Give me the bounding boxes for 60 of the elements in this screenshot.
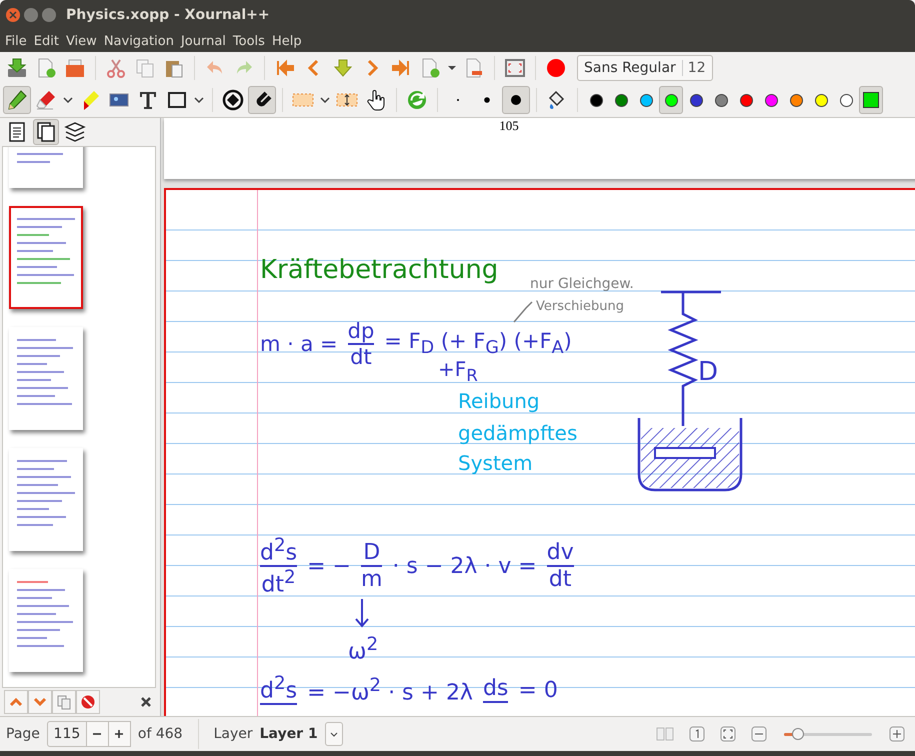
window-title: Physics.xopp - Xournal++ [66, 7, 270, 23]
leader-line [512, 300, 534, 324]
custom-color-button[interactable] [859, 86, 883, 114]
equation-text: = −ω$^{2}$ · s + 2λ [307, 674, 473, 706]
fraction: D m [360, 541, 382, 592]
increment-button[interactable] [108, 721, 131, 747]
fraction: d$^{2}$s dt$^{2}$ [260, 536, 298, 597]
equation-text: · s − 2λ · v = [392, 554, 537, 580]
pen-tool-icon[interactable] [3, 86, 31, 114]
pen-size-icon[interactable] [502, 86, 530, 114]
maximize-icon[interactable] [42, 8, 56, 22]
menu-item[interactable]: Navigation [100, 34, 177, 48]
menu-item[interactable]: File [2, 34, 30, 48]
minimize-icon[interactable] [24, 8, 38, 22]
pages-tab[interactable] [33, 119, 59, 145]
delete-icon[interactable] [76, 690, 100, 714]
page-thumbnail[interactable] [9, 206, 83, 309]
copy-icon[interactable] [52, 690, 76, 714]
equation-text: = F$_{D}$ (+ F$_{G}$) (+F$_{A}$) [384, 329, 572, 359]
caret-icon [330, 732, 338, 736]
layer-name: Layer 1 [260, 726, 318, 742]
handwritten-text: Verschiebung [536, 300, 624, 315]
equation-text: m · a = [260, 332, 338, 356]
close-icon[interactable] [140, 696, 152, 708]
page-number-field[interactable]: 115 [46, 721, 87, 747]
menu-item[interactable]: Journal [178, 34, 229, 48]
menu-item[interactable]: Edit [30, 34, 62, 48]
handwritten-text: nur Gleichgew. [530, 276, 634, 292]
move-down-icon[interactable] [28, 690, 52, 714]
menu-item[interactable]: Help [268, 34, 305, 48]
handwritten-text: gedämpftes [458, 422, 578, 445]
handwritten-text: ω$^{2}$ [348, 634, 378, 665]
menu-item[interactable]: Tools [230, 34, 268, 48]
handwritten-text: D [698, 358, 718, 388]
color-swatch[interactable] [659, 86, 683, 114]
zoom-fit-icon[interactable] [720, 726, 736, 742]
magnet-icon[interactable] [248, 86, 276, 114]
move-up-icon[interactable] [4, 690, 28, 714]
fraction: d$^{2}$s [260, 674, 298, 706]
zoom-in-icon[interactable] [889, 726, 905, 742]
handwritten-text: +F$_{R}$ [438, 358, 478, 386]
page-number: 105 [499, 118, 519, 135]
menu-item[interactable]: View [62, 34, 100, 48]
page-count: of 468 [138, 726, 183, 742]
handwritten-text: Kräftebetrachtung [260, 256, 498, 286]
fraction: dp dt [348, 320, 374, 368]
font-button[interactable]: Sans Regular 12 [577, 54, 713, 80]
equation-text: = 0 [518, 678, 558, 703]
layer-label: Layer [214, 726, 253, 742]
page-label: Page [6, 726, 40, 742]
fraction: dv dt [546, 541, 574, 592]
zoom-100-icon[interactable] [689, 726, 705, 742]
decrement-button[interactable] [86, 721, 109, 747]
down-arrow-icon [354, 598, 370, 628]
handwritten-text: Reibung [458, 390, 540, 413]
equation-text: = − [307, 554, 351, 580]
zoom-out-icon[interactable] [751, 726, 767, 742]
fraction: ds [482, 676, 508, 704]
plus-icon [114, 729, 124, 739]
handwritten-text: System [458, 452, 533, 475]
